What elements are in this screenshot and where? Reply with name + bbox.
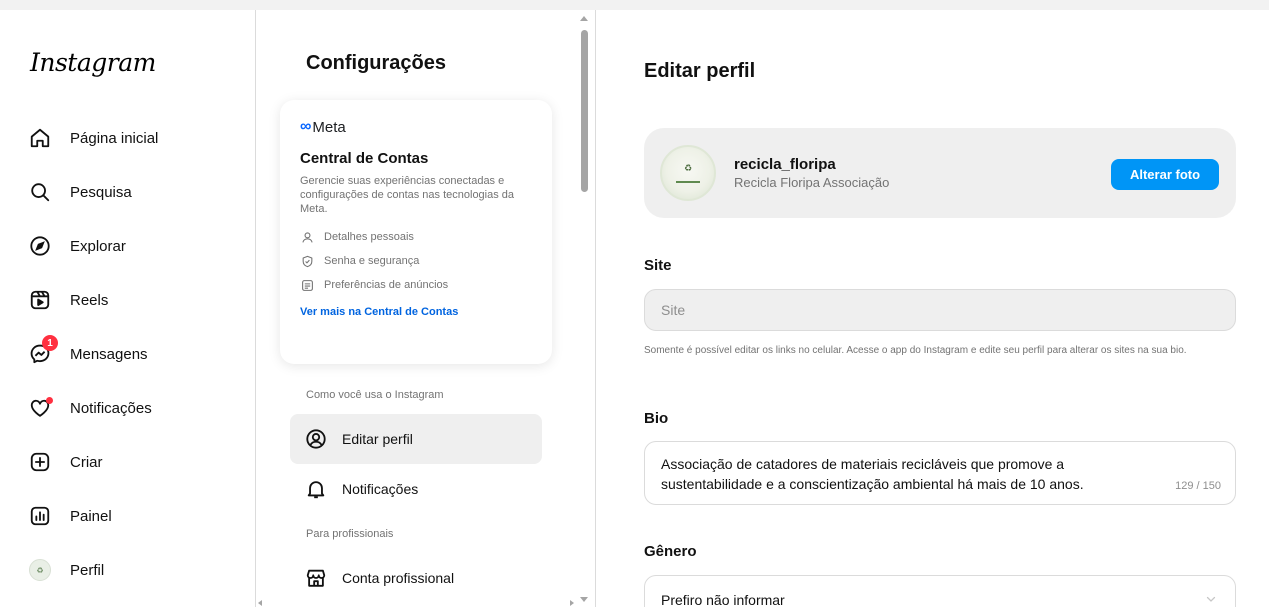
- chevron-down-icon: [1205, 592, 1217, 607]
- section-label-professional: Para profissionais: [306, 528, 394, 540]
- site-label: Site: [644, 257, 672, 274]
- scroll-right-arrow-icon[interactable]: [570, 600, 574, 606]
- left-navigation: Instagram Página inicial Pesquisa Explor…: [8, 10, 256, 607]
- nav-item-explore[interactable]: Explorar: [20, 226, 246, 266]
- bio-char-counter: 129 / 150: [1175, 480, 1221, 492]
- change-photo-button[interactable]: Alterar foto: [1111, 159, 1219, 190]
- settings-item-notifications[interactable]: Notificações: [290, 464, 542, 514]
- nav-label: Mensagens: [70, 345, 148, 363]
- gender-select[interactable]: Prefiro não informar: [644, 575, 1236, 607]
- gender-label: Gênero: [644, 543, 697, 560]
- nav-label: Página inicial: [70, 129, 159, 147]
- meta-logo: ∞ Meta: [300, 118, 532, 136]
- settings-title: Configurações: [306, 52, 447, 74]
- section-label-usage: Como você usa o Instagram: [306, 389, 444, 401]
- nav-label: Explorar: [70, 237, 126, 255]
- site-help-text: Somente é possível editar os links no ce…: [644, 345, 1187, 356]
- meta-brand: Meta: [312, 118, 346, 136]
- ad-preferences-icon: [300, 278, 314, 292]
- bio-label: Bio: [644, 410, 669, 427]
- profile-card: ♻ recicla_floripa Recicla Floripa Associ…: [644, 128, 1236, 218]
- search-icon: [28, 180, 52, 204]
- accounts-center-title: Central de Contas: [300, 150, 429, 167]
- store-icon: [304, 566, 328, 590]
- settings-column: Configurações ∞ Meta Central de Contas G…: [256, 10, 596, 607]
- dashboard-icon: [28, 504, 52, 528]
- nav-item-reels[interactable]: Reels: [20, 280, 246, 320]
- row-label: Detalhes pessoais: [324, 231, 414, 243]
- settings-item-label: Editar perfil: [342, 431, 413, 447]
- edit-profile-panel: Editar perfil ♻ recicla_floripa Recicla …: [597, 10, 1269, 607]
- nav-item-dashboard[interactable]: Painel: [20, 496, 246, 536]
- unread-badge: 1: [42, 335, 58, 351]
- person-icon: [300, 230, 314, 244]
- nav-item-messages[interactable]: 1 Mensagens: [20, 334, 246, 374]
- site-input[interactable]: [644, 289, 1236, 331]
- accounts-center-row-personal[interactable]: Detalhes pessoais: [300, 230, 532, 244]
- messenger-icon: 1: [28, 335, 58, 366]
- row-label: Preferências de anúncios: [324, 279, 449, 291]
- nav-label: Reels: [70, 291, 109, 309]
- profile-username: recicla_floripa: [734, 156, 836, 173]
- bio-textarea[interactable]: Associação de catadores de materiais rec…: [644, 441, 1236, 505]
- recycle-logo-icon: ♻: [676, 163, 700, 183]
- page-title: Editar perfil: [644, 60, 756, 82]
- scroll-down-arrow-icon[interactable]: [580, 597, 588, 602]
- nav-item-create[interactable]: Criar: [20, 442, 246, 482]
- settings-item-edit-profile[interactable]: Editar perfil: [290, 414, 542, 464]
- nav-label: Criar: [70, 453, 103, 471]
- nav-item-home[interactable]: Página inicial: [20, 118, 246, 158]
- nav-item-search[interactable]: Pesquisa: [20, 172, 246, 212]
- scrollbar-thumb[interactable]: [581, 30, 588, 192]
- bell-icon: [304, 477, 328, 501]
- user-circle-icon: [304, 427, 328, 451]
- settings-item-label: Conta profissional: [342, 570, 455, 586]
- gender-select-value: Prefiro não informar: [661, 592, 785, 607]
- settings-item-professional-account[interactable]: Conta profissional: [290, 553, 542, 603]
- home-icon: [28, 126, 52, 150]
- instagram-logo[interactable]: Instagram: [30, 48, 156, 77]
- bio-text: Associação de catadores de materiais rec…: [661, 456, 1084, 492]
- nav-label: Painel: [70, 507, 112, 525]
- settings-vertical-scrollbar[interactable]: [578, 16, 590, 602]
- profile-full-name: Recicla Floripa Associação: [734, 175, 890, 190]
- accounts-center-card: ∞ Meta Central de Contas Gerencie suas e…: [280, 100, 552, 364]
- scroll-up-arrow-icon[interactable]: [580, 16, 588, 21]
- plus-square-icon: [28, 450, 52, 474]
- row-label: Senha e segurança: [324, 255, 420, 267]
- profile-avatar[interactable]: ♻: [660, 145, 716, 201]
- page: Instagram Página inicial Pesquisa Explor…: [0, 10, 1269, 607]
- heart-icon: [28, 396, 53, 420]
- reels-icon: [28, 288, 52, 312]
- shield-icon: [300, 254, 314, 268]
- meta-infinity-icon: ∞: [300, 118, 311, 135]
- accounts-center-row-ads[interactable]: Preferências de anúncios: [300, 278, 532, 292]
- scroll-left-arrow-icon[interactable]: [258, 600, 262, 606]
- nav-item-notifications[interactable]: Notificações: [20, 388, 246, 428]
- accounts-center-row-security[interactable]: Senha e segurança: [300, 254, 532, 268]
- settings-horizontal-scrollbar[interactable]: [256, 600, 576, 607]
- avatar-icon: ♻: [28, 558, 52, 582]
- nav-label: Perfil: [70, 561, 105, 579]
- profile-avatar-small: ♻: [29, 559, 51, 581]
- notification-dot: [46, 397, 53, 404]
- accounts-center-description: Gerencie suas experiências conectadas e …: [300, 175, 515, 215]
- profile-names: recicla_floripa Recicla Floripa Associaç…: [734, 156, 889, 190]
- compass-icon: [28, 234, 52, 258]
- nav-label: Pesquisa: [70, 183, 132, 201]
- settings-item-label: Notificações: [342, 481, 419, 497]
- nav-item-profile[interactable]: ♻ Perfil: [20, 550, 246, 590]
- nav-label: Notificações: [70, 399, 152, 417]
- accounts-center-link[interactable]: Ver mais na Central de Contas: [300, 306, 532, 318]
